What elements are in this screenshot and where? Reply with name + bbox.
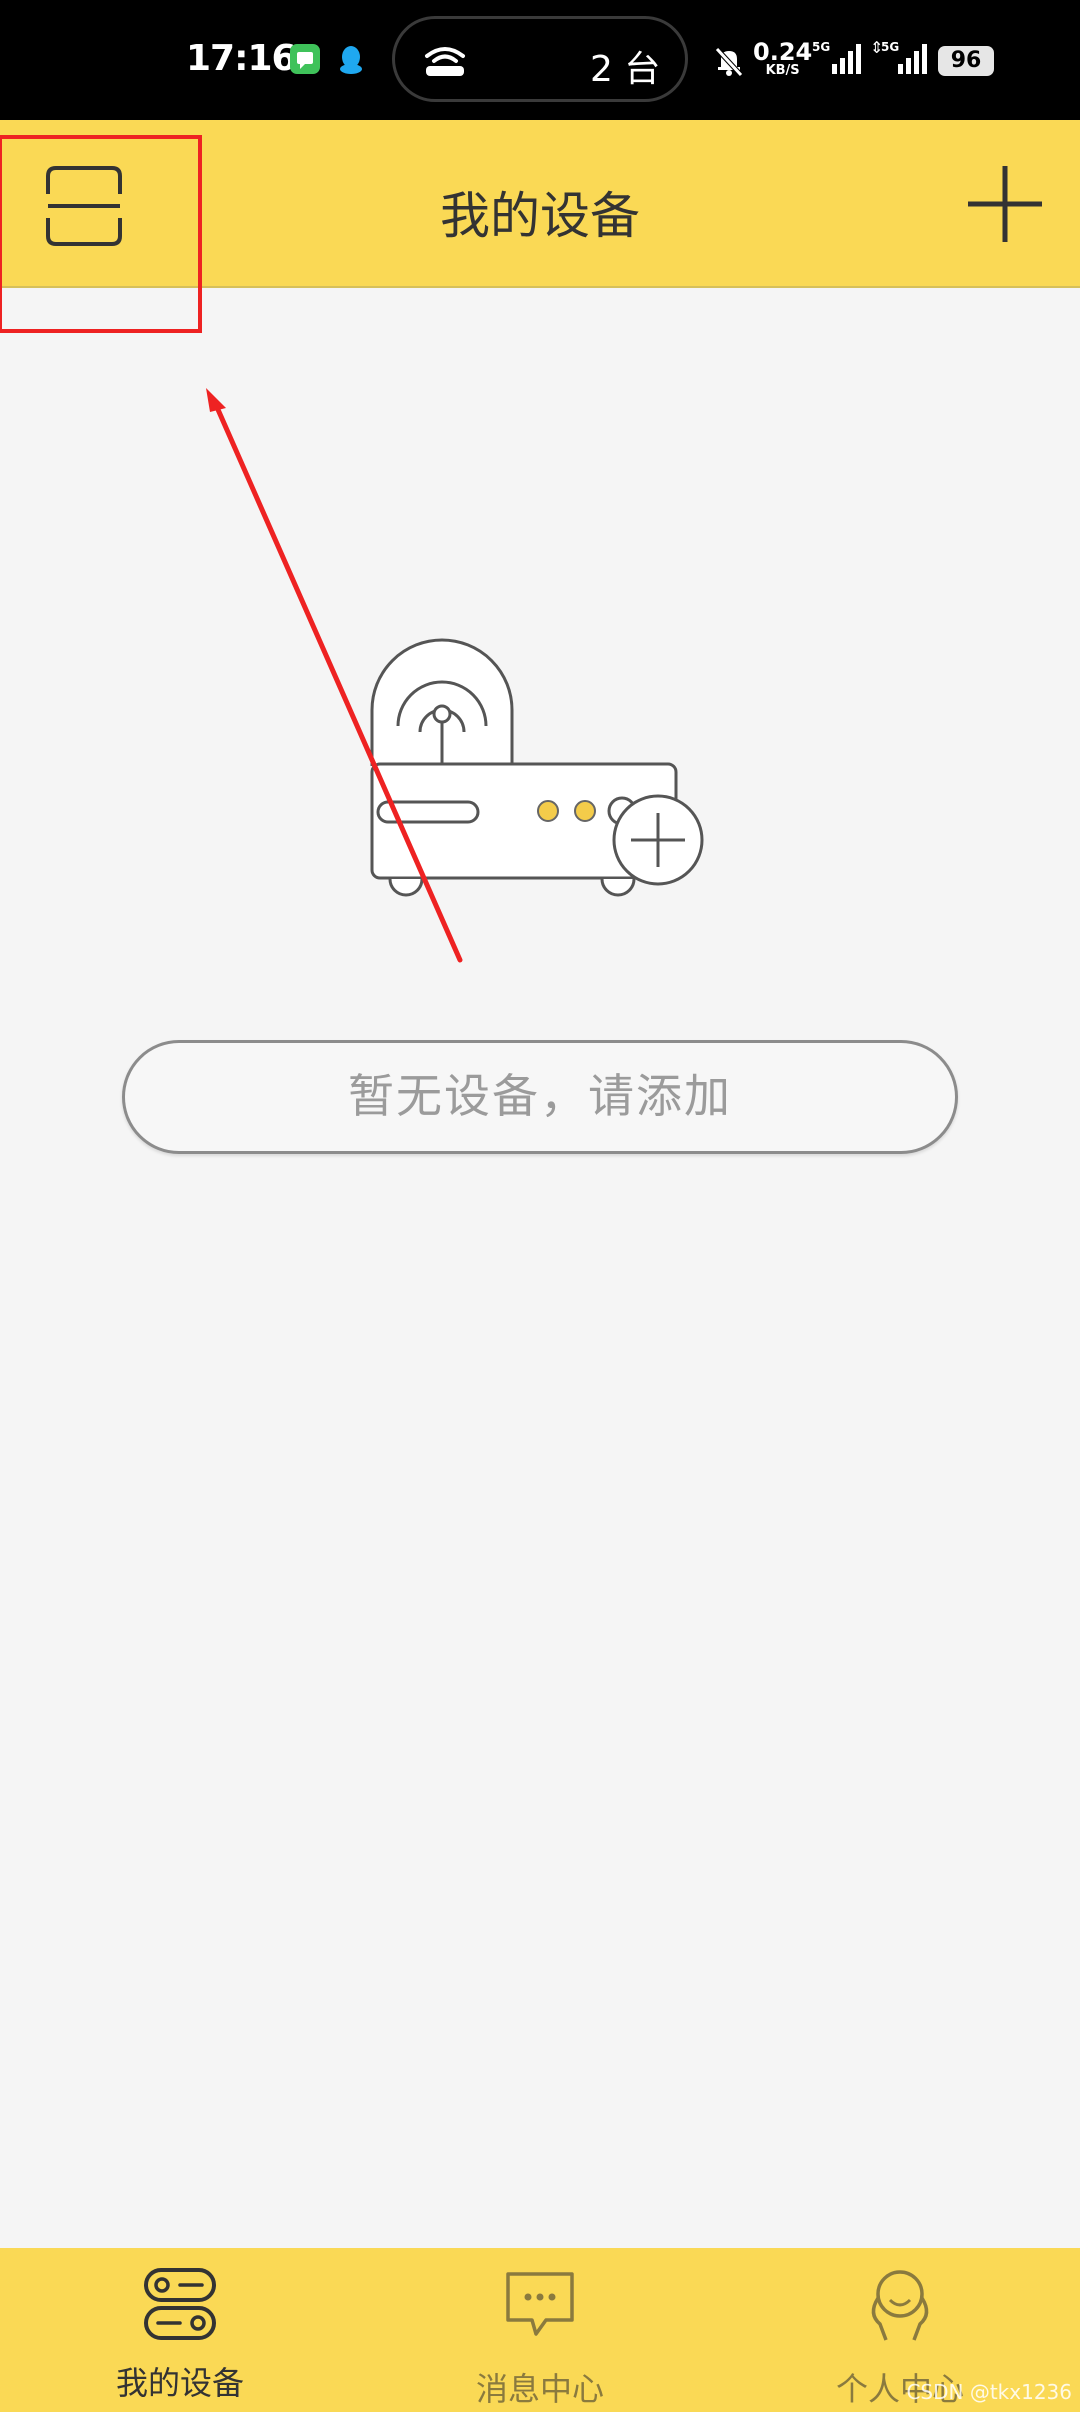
nav-item-my-devices[interactable]: 我的设备 [0,2248,360,2412]
arrow-head [206,388,226,412]
nav-label: 我的设备 [115,2364,244,2402]
message-app-icon [290,44,320,74]
qq-app-icon [336,44,366,74]
device-count: 2 台 [590,49,661,90]
router-icon [420,42,470,82]
watermark: CSDN @tkx1236 [906,2380,1072,2404]
router-add-illustration [360,636,710,906]
battery-icon: 96 [938,46,994,76]
svg-text:5G: 5G [812,40,830,54]
devices-icon [144,2268,216,2340]
annotation-overlay [0,135,463,963]
network-speed: 0.24 KB/S [753,38,813,78]
bottom-nav: 我的设备 消息中心 个人中心 CSDN @tkx1236 [0,2248,1080,2412]
svg-text:5G: 5G [881,40,899,54]
nav-item-message-center[interactable]: 消息中心 [360,2248,720,2412]
add-device-top-button[interactable] [960,152,1050,252]
app-bar: 我的设备 [0,120,1080,288]
mute-bell-icon [712,44,746,82]
profile-icon [871,2270,929,2341]
message-icon [506,2272,574,2336]
signal-icon: ⇕ 5G [870,38,928,80]
signal-icon: 5G [812,40,862,80]
add-device-button[interactable]: 暂无设备，请添加 [122,1040,958,1154]
status-bar: 17:16 2 台 0.24 KB/S 5G ⇕ 5G 96 [0,0,1080,120]
plus-icon [968,166,1042,242]
status-time: 17:16 [186,38,297,79]
nav-label: 消息中心 [475,2370,604,2408]
page-title: 我的设备 [440,187,640,245]
